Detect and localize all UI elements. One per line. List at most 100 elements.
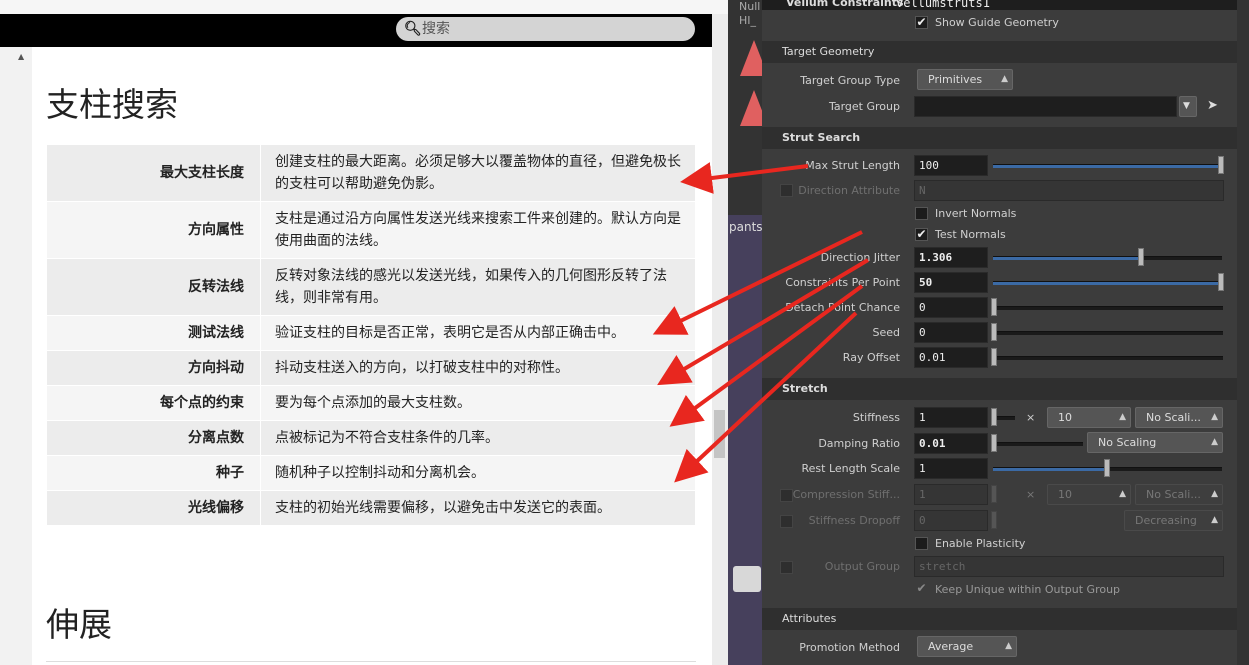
- compression-exponent-dropdown[interactable]: 10 ▲: [1047, 484, 1131, 505]
- doc-pane: 🔍︎搜索 ▲ 支柱搜索 最大支柱长度 创建支柱的最大距离。必须足够大以覆盖物体的直…: [0, 0, 728, 665]
- table-row: 反转法线 反转对象法线的感光以发送光线，如果传入的几何图形反转了法线，则非常有用。: [46, 258, 696, 316]
- compression-scaling-dropdown[interactable]: No Scali... ▲: [1135, 484, 1223, 505]
- damping-ratio-slider[interactable]: [993, 442, 1083, 446]
- direction-jitter-input[interactable]: 1.306: [914, 247, 988, 268]
- doc-scrollbar-thumb[interactable]: [714, 410, 725, 458]
- parameter-panel: Vellum Constraints vellumstruts1 ✔ Show …: [762, 0, 1249, 665]
- table-row: 测试法线 验证支柱的目标是否正常，表明它是否从内部正确击中。: [46, 315, 696, 351]
- param-description: 抖动支柱送入的方向，以打破支柱中的对称性。: [260, 350, 696, 386]
- section-attributes[interactable]: Attributes: [762, 608, 1237, 630]
- stiffness-scaling-dropdown[interactable]: No Scali... ▲: [1135, 407, 1223, 428]
- search-placeholder: 搜索: [422, 21, 450, 37]
- table-row: 光线偏移 支柱的初始光线需要偏移，以避免击中发送它的表面。: [46, 490, 696, 526]
- output-group-input[interactable]: stretch: [914, 556, 1224, 577]
- rest-length-scale-slider[interactable]: [993, 467, 1106, 471]
- show-guide-checkbox[interactable]: ✔: [915, 16, 928, 29]
- constraints-per-point-knob[interactable]: [1218, 273, 1224, 291]
- param-description: 要为每个点添加的最大支柱数。: [260, 385, 696, 421]
- browser-tab-strip: [0, 0, 728, 14]
- table-divider: [46, 661, 696, 662]
- stiffness-dropoff-input[interactable]: 0: [914, 510, 988, 531]
- stiffness-dropoff-dropdown[interactable]: Decreasing ▲: [1124, 510, 1223, 531]
- next-section-title: 伸展: [46, 605, 112, 644]
- seed-slider[interactable]: [993, 331, 1223, 335]
- parameter-table: 最大支柱长度 创建支柱的最大距离。必须足够大以覆盖物体的直径，但避免极长的支柱可以…: [46, 144, 696, 526]
- direction-attribute-input[interactable]: N: [914, 180, 1224, 201]
- detach-point-chance-knob[interactable]: [991, 298, 997, 316]
- constraints-per-point-label: Constraints Per Point: [785, 276, 900, 289]
- stiffness-knob[interactable]: [991, 408, 997, 426]
- detach-point-chance-input[interactable]: 0: [914, 297, 988, 318]
- search-input[interactable]: 🔍︎搜索: [396, 17, 695, 41]
- ray-offset-knob[interactable]: [991, 348, 997, 366]
- rest-length-scale-input[interactable]: 1: [914, 458, 988, 479]
- select-arrow-icon[interactable]: ➤: [1207, 98, 1218, 113]
- param-name: 种子: [46, 455, 261, 491]
- damping-scaling-dropdown[interactable]: No Scaling ▲: [1087, 432, 1223, 453]
- scroll-up-icon[interactable]: ▲: [18, 52, 24, 61]
- multiply-sign: ×: [1026, 411, 1036, 424]
- compression-stiffness-label: Compression Stiff...: [792, 488, 900, 501]
- stiffness-dropoff-label: Stiffness Dropoff: [808, 514, 900, 527]
- constraints-per-point-slider[interactable]: [993, 281, 1221, 285]
- node-type-label: Vellum Constraints: [786, 0, 904, 9]
- damping-ratio-input[interactable]: 0.01: [914, 433, 988, 454]
- enable-plasticity-label: Enable Plasticity: [935, 537, 1026, 550]
- invert-normals-checkbox[interactable]: [915, 207, 928, 220]
- stiffness-exponent-dropdown[interactable]: 10 ▲: [1047, 407, 1131, 428]
- param-name: 分离点数: [46, 420, 261, 456]
- doc-scrollbar[interactable]: [712, 14, 728, 665]
- table-row: 每个点的约束 要为每个点添加的最大支柱数。: [46, 385, 696, 421]
- ray-offset-slider[interactable]: [993, 356, 1223, 360]
- direction-jitter-track[interactable]: [1140, 256, 1222, 260]
- panel-scrollbar[interactable]: [1237, 0, 1249, 665]
- param-name: 光线偏移: [46, 490, 261, 526]
- target-group-type-dropdown[interactable]: Primitives ▲: [917, 69, 1013, 90]
- direction-attribute-label: Direction Attribute: [798, 184, 900, 197]
- damping-ratio-knob[interactable]: [991, 434, 997, 452]
- param-description: 随机种子以控制抖动和分离机会。: [260, 455, 696, 491]
- null-node-label: Null HI_: [739, 0, 761, 27]
- damping-ratio-label: Damping Ratio: [818, 437, 900, 450]
- section-stretch[interactable]: Stretch: [762, 378, 1237, 400]
- node-icon[interactable]: [733, 566, 761, 592]
- param-description: 点被标记为不符合支柱条件的几率。: [260, 420, 696, 456]
- ray-offset-input[interactable]: 0.01: [914, 347, 988, 368]
- compression-stiffness-knob[interactable]: [991, 485, 997, 503]
- param-description: 支柱的初始光线需要偏移，以避免击中发送它的表面。: [260, 490, 696, 526]
- search-icon: 🔍︎: [404, 21, 422, 37]
- section-strut-search[interactable]: Strut Search: [762, 127, 1237, 149]
- direction-jitter-knob[interactable]: [1138, 248, 1144, 266]
- rest-length-scale-knob[interactable]: [1104, 459, 1110, 477]
- compression-stiffness-input[interactable]: 1: [914, 484, 988, 505]
- target-group-input[interactable]: [914, 96, 1177, 117]
- section-title: 支柱搜索: [46, 85, 178, 124]
- section-target-geometry[interactable]: Target Geometry: [762, 41, 1237, 63]
- param-name: 最大支柱长度: [46, 144, 261, 202]
- seed-knob[interactable]: [991, 323, 997, 341]
- constraints-per-point-input[interactable]: 50: [914, 272, 988, 293]
- direction-jitter-slider[interactable]: [993, 256, 1140, 260]
- keep-unique-checkbox[interactable]: ✔: [915, 582, 928, 596]
- max-strut-length-slider[interactable]: [993, 164, 1221, 168]
- promotion-method-dropdown[interactable]: Average ▲: [917, 636, 1017, 657]
- param-name: 测试法线: [46, 315, 261, 351]
- seed-label: Seed: [872, 326, 901, 339]
- table-row: 分离点数 点被标记为不符合支柱条件的几率。: [46, 420, 696, 456]
- max-strut-length-knob[interactable]: [1218, 156, 1224, 174]
- node-name-field[interactable]: vellumstruts1: [896, 0, 990, 10]
- test-normals-checkbox[interactable]: ✔: [915, 228, 928, 241]
- rest-length-scale-track[interactable]: [1106, 467, 1222, 471]
- test-normals-label: Test Normals: [935, 228, 1006, 241]
- table-row: 方向属性 支柱是通过沿方向属性发送光线来搜索工件来创建的。默认方向是使用曲面的法线…: [46, 201, 696, 259]
- stiffness-input[interactable]: 1: [914, 407, 988, 428]
- stiffness-dropoff-knob[interactable]: [991, 511, 997, 529]
- max-strut-length-input[interactable]: 100: [914, 155, 988, 176]
- enable-plasticity-checkbox[interactable]: [915, 537, 928, 550]
- chevron-down-icon[interactable]: ▼: [1179, 96, 1197, 117]
- invert-normals-label: Invert Normals: [935, 207, 1017, 220]
- param-name: 每个点的约束: [46, 385, 261, 421]
- seed-input[interactable]: 0: [914, 322, 988, 343]
- detach-point-chance-slider[interactable]: [993, 306, 1223, 310]
- table-row: 最大支柱长度 创建支柱的最大距离。必须足够大以覆盖物体的直径，但避免极长的支柱可以…: [46, 144, 696, 202]
